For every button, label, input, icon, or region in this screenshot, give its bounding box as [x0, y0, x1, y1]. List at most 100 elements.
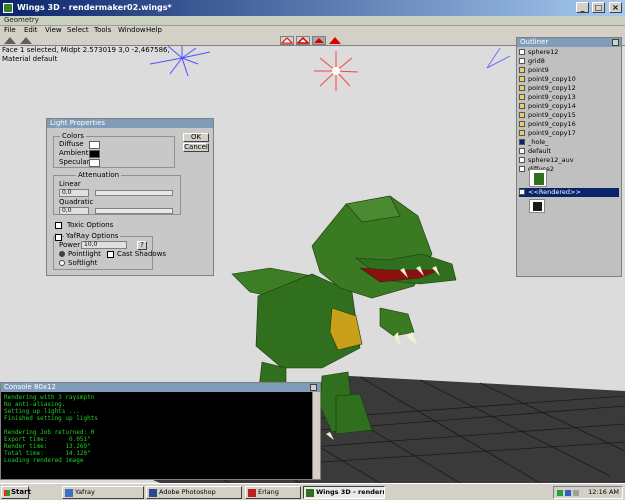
softlight-radio[interactable] — [59, 260, 65, 266]
task-wings3d[interactable]: Wings 3D - rendermak... — [303, 486, 385, 499]
outliner-item-label: sphere12_auv — [528, 156, 574, 164]
edge-mode-icon[interactable] — [296, 36, 310, 45]
console-line: Finished setting up lights — [4, 415, 98, 422]
console-line: Rendering Job returned: 0 — [4, 429, 95, 436]
outliner-item-label: point9_copy12 — [528, 84, 576, 92]
menu-tools[interactable]: Tools — [94, 26, 111, 34]
specular-label: Specular — [59, 158, 90, 166]
vertex-mode-icon[interactable] — [280, 36, 294, 45]
linear-input[interactable]: 0,0 — [59, 189, 89, 197]
geometry-label: Geometry — [4, 16, 39, 24]
quadratic-input[interactable]: 0,0 — [59, 207, 89, 215]
console-line: Loading rendered image — [4, 457, 84, 464]
toxic-options-expand[interactable] — [55, 222, 62, 229]
ok-button[interactable]: OK — [183, 133, 209, 142]
task-yafray[interactable]: Yafray — [62, 486, 144, 499]
task-label: Erlang — [258, 488, 279, 496]
object-icon — [519, 85, 525, 91]
linear-slider[interactable] — [95, 190, 173, 196]
menu-file[interactable]: File — [4, 26, 16, 34]
menu-help[interactable]: Help — [146, 26, 162, 34]
object-icon — [519, 49, 525, 55]
menu-edit[interactable]: Edit — [24, 26, 38, 34]
cancel-button[interactable]: Cancel — [183, 143, 209, 152]
power-label: Power — [59, 241, 81, 249]
pointlight-label: Pointlight — [68, 250, 101, 258]
cast-shadows-checkbox[interactable] — [107, 251, 114, 258]
specular-color-swatch[interactable] — [89, 159, 100, 167]
object-icon — [519, 112, 525, 118]
ambient-color-swatch[interactable] — [89, 150, 100, 158]
start-label: Start — [11, 488, 31, 496]
toxic-options-label: Toxic Options — [67, 221, 114, 229]
face-mode-icon[interactable] — [312, 36, 326, 45]
object-icon — [519, 58, 525, 64]
outliner-item[interactable]: point9_copy17 — [519, 129, 576, 138]
diffuse-color-swatch[interactable] — [89, 141, 100, 149]
redo-arrow-icon[interactable] — [19, 36, 33, 45]
window-title-bar: Wings 3D - rendermaker02.wings* _ □ × — [0, 0, 625, 16]
help-button[interactable]: ? — [137, 241, 147, 250]
colors-group-label: Colors — [60, 132, 86, 140]
outliner-item-label: _hole_ — [528, 138, 549, 146]
antivirus-icon[interactable] — [565, 490, 571, 496]
cast-shadows-label: Cast Shadows — [117, 250, 167, 258]
outliner-item[interactable]: point9_copy13 — [519, 93, 576, 102]
object-icon — [519, 157, 525, 163]
outliner-close-icon[interactable] — [612, 39, 619, 46]
console-line: Setting up lights ... — [4, 408, 80, 415]
rendered-thumbnail — [529, 169, 547, 187]
outliner-item[interactable]: point9_copy10 — [519, 75, 576, 84]
outliner-item[interactable]: grid8 — [519, 57, 545, 66]
menu-view[interactable]: View — [45, 26, 62, 34]
outliner-item[interactable]: point9 — [519, 66, 549, 75]
pointlight-radio[interactable] — [59, 251, 65, 257]
console-line: Render time: 13.269" — [4, 443, 91, 450]
status-line-2: Material default — [2, 55, 58, 63]
outliner-item[interactable]: sphere12 — [519, 48, 558, 57]
volume-icon[interactable] — [573, 490, 579, 496]
minimize-button[interactable]: _ — [576, 2, 589, 13]
status-readout: Face 1 selected, Midpt 2.573019 3,0 -2,4… — [2, 46, 170, 64]
power-input[interactable]: 10,0 — [81, 241, 127, 249]
outliner-item[interactable]: point9_copy14 — [519, 102, 576, 111]
system-tray: 12:16 AM — [553, 486, 623, 499]
outliner-item[interactable]: default — [519, 147, 551, 156]
light-properties-dialog: Light Properties OK Cancel Colors Diffus… — [46, 118, 214, 276]
windows-flag-icon — [4, 490, 10, 496]
outliner-item[interactable]: point9_copy16 — [519, 120, 576, 129]
object-icon — [519, 130, 525, 136]
menu-bar: File Edit View Select Tools Window Help — [0, 26, 625, 35]
outliner-title: Outliner — [517, 38, 621, 47]
body-mode-icon[interactable] — [328, 36, 342, 45]
maximize-button[interactable]: □ — [592, 2, 605, 13]
quadratic-slider[interactable] — [95, 208, 173, 214]
outliner-item-label: sphere12 — [528, 48, 559, 56]
menu-select[interactable]: Select — [67, 26, 89, 34]
console-scrollbar[interactable] — [312, 392, 320, 479]
yafray-options-expand[interactable] — [55, 234, 62, 241]
network-icon[interactable] — [557, 490, 563, 496]
object-icon — [519, 94, 525, 100]
console-line: Rendering with 3 raysmptn — [4, 394, 95, 401]
console-close-icon[interactable] — [310, 384, 317, 391]
outliner-item-label: <<Rendered>> — [528, 188, 581, 196]
menu-window[interactable]: Window — [118, 26, 146, 34]
erlang-icon — [248, 489, 256, 497]
start-button[interactable]: Start — [1, 486, 31, 499]
close-button[interactable]: × — [609, 2, 622, 13]
outliner-item[interactable]: _hole_ — [519, 138, 548, 147]
outliner-item-label: point9_copy14 — [528, 102, 576, 110]
outliner-item[interactable]: point9_copy12 — [519, 84, 576, 93]
task-photoshop[interactable]: Adobe Photoshop — [146, 486, 242, 499]
object-icon — [519, 121, 525, 127]
linear-label: Linear — [59, 180, 81, 188]
outliner-item[interactable]: point9_copy15 — [519, 111, 576, 120]
task-label: Yafray — [75, 488, 95, 496]
outliner-item[interactable]: sphere12_auv — [519, 156, 574, 165]
outliner-item-rendered[interactable]: <<Rendered>> — [519, 188, 619, 197]
undo-arrow-icon[interactable] — [3, 36, 17, 45]
diffuse-label: Diffuse — [59, 140, 84, 148]
console-line: Export time: 0.051" — [4, 436, 91, 443]
task-erlang[interactable]: Erlang — [245, 486, 301, 499]
